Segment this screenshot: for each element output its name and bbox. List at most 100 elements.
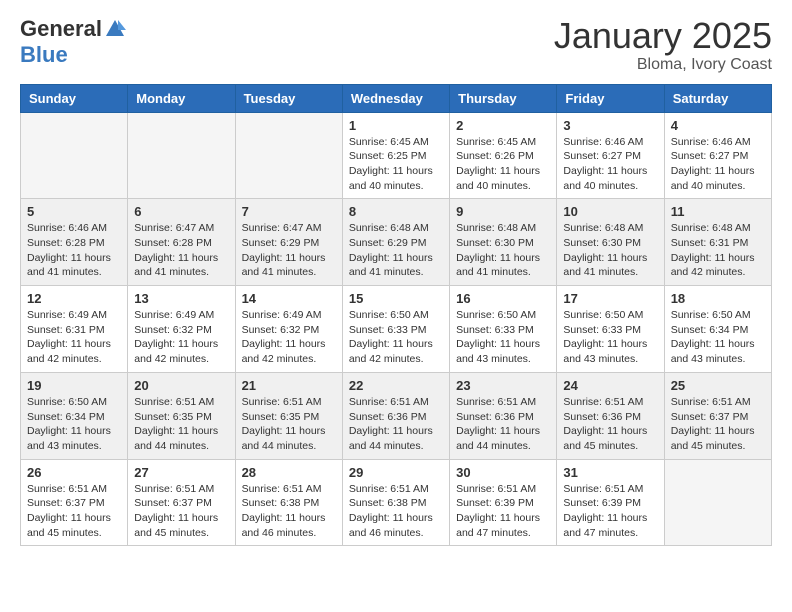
- table-row: 23 Sunrise: 6:51 AMSunset: 6:36 PMDayligh…: [450, 372, 557, 459]
- logo-general-text: General: [20, 16, 102, 42]
- logo-blue-text: Blue: [20, 42, 68, 67]
- day-number: 27: [134, 465, 228, 480]
- table-row: 22 Sunrise: 6:51 AMSunset: 6:36 PMDayligh…: [342, 372, 449, 459]
- table-row: [664, 459, 771, 546]
- day-number: 2: [456, 118, 550, 133]
- table-row: [128, 112, 235, 199]
- day-info: Sunrise: 6:48 AMSunset: 6:29 PMDaylight:…: [349, 221, 443, 280]
- table-row: 3Sunrise: 6:46 AMSunset: 6:27 PMDaylight…: [557, 112, 664, 199]
- day-number: 22: [349, 378, 443, 393]
- day-info: Sunrise: 6:50 AMSunset: 6:33 PMDaylight:…: [349, 308, 443, 367]
- day-info: Sunrise: 6:50 AMSunset: 6:33 PMDaylight:…: [563, 308, 657, 367]
- calendar-week-row: 1 Sunrise: 6:45 AMSunset: 6:25 PMDaylight…: [21, 112, 772, 199]
- table-row: 17 Sunrise: 6:50 AMSunset: 6:33 PMDayligh…: [557, 286, 664, 373]
- day-info: Sunrise: 6:51 AMSunset: 6:36 PMDaylight:…: [563, 395, 657, 454]
- day-info: Sunrise: 6:51 AMSunset: 6:37 PMDaylight:…: [134, 482, 228, 541]
- logo-icon: [104, 18, 126, 40]
- table-row: 8Sunrise: 6:48 AMSunset: 6:29 PMDaylight…: [342, 199, 449, 286]
- table-row: 13 Sunrise: 6:49 AMSunset: 6:32 PMDayligh…: [128, 286, 235, 373]
- day-info: Sunrise: 6:51 AMSunset: 6:35 PMDaylight:…: [134, 395, 228, 454]
- day-number: 12: [27, 291, 121, 306]
- day-number: 14: [242, 291, 336, 306]
- title-block: January 2025 Bloma, Ivory Coast: [554, 16, 772, 74]
- day-number: 25: [671, 378, 765, 393]
- day-number: 15: [349, 291, 443, 306]
- day-info: Sunrise: 6:50 AMSunset: 6:34 PMDaylight:…: [671, 308, 765, 367]
- table-row: 16 Sunrise: 6:50 AMSunset: 6:33 PMDayligh…: [450, 286, 557, 373]
- table-row: 4 Sunrise: 6:46 AMSunset: 6:27 PMDaylight…: [664, 112, 771, 199]
- header-thursday: Thursday: [450, 84, 557, 112]
- day-number: 1: [349, 118, 443, 133]
- day-number: 3: [563, 118, 657, 133]
- day-number: 5: [27, 204, 121, 219]
- table-row: 18Sunrise: 6:50 AMSunset: 6:34 PMDayligh…: [664, 286, 771, 373]
- day-info: Sunrise: 6:51 AMSunset: 6:36 PMDaylight:…: [456, 395, 550, 454]
- day-info: Sunrise: 6:49 AMSunset: 6:32 PMDaylight:…: [242, 308, 336, 367]
- table-row: [235, 112, 342, 199]
- table-row: 15 Sunrise: 6:50 AMSunset: 6:33 PMDayligh…: [342, 286, 449, 373]
- day-info: Sunrise: 6:51 AMSunset: 6:39 PMDaylight:…: [563, 482, 657, 541]
- day-number: 29: [349, 465, 443, 480]
- table-row: 2 Sunrise: 6:45 AMSunset: 6:26 PMDaylight…: [450, 112, 557, 199]
- calendar-week-row: 26Sunrise: 6:51 AMSunset: 6:37 PMDayligh…: [21, 459, 772, 546]
- day-number: 21: [242, 378, 336, 393]
- table-row: 28Sunrise: 6:51 AMSunset: 6:38 PMDayligh…: [235, 459, 342, 546]
- table-row: 30 Sunrise: 6:51 AMSunset: 6:39 PMDayligh…: [450, 459, 557, 546]
- table-row: 26Sunrise: 6:51 AMSunset: 6:37 PMDayligh…: [21, 459, 128, 546]
- calendar-week-row: 5 Sunrise: 6:46 AMSunset: 6:28 PMDaylight…: [21, 199, 772, 286]
- calendar-table: Sunday Monday Tuesday Wednesday Thursday…: [20, 84, 772, 547]
- header: General Blue January 2025 Bloma, Ivory C…: [20, 16, 772, 74]
- day-info: Sunrise: 6:46 AMSunset: 6:28 PMDaylight:…: [27, 221, 121, 280]
- calendar-week-row: 12Sunrise: 6:49 AMSunset: 6:31 PMDayligh…: [21, 286, 772, 373]
- day-info: Sunrise: 6:47 AMSunset: 6:28 PMDaylight:…: [134, 221, 228, 280]
- table-row: 19Sunrise: 6:50 AMSunset: 6:34 PMDayligh…: [21, 372, 128, 459]
- header-wednesday: Wednesday: [342, 84, 449, 112]
- day-number: 16: [456, 291, 550, 306]
- table-row: 5 Sunrise: 6:46 AMSunset: 6:28 PMDaylight…: [21, 199, 128, 286]
- day-number: 30: [456, 465, 550, 480]
- day-number: 11: [671, 204, 765, 219]
- header-tuesday: Tuesday: [235, 84, 342, 112]
- table-row: [21, 112, 128, 199]
- day-info: Sunrise: 6:51 AMSunset: 6:36 PMDaylight:…: [349, 395, 443, 454]
- header-monday: Monday: [128, 84, 235, 112]
- day-info: Sunrise: 6:48 AMSunset: 6:30 PMDaylight:…: [456, 221, 550, 280]
- day-info: Sunrise: 6:51 AMSunset: 6:37 PMDaylight:…: [671, 395, 765, 454]
- day-info: Sunrise: 6:45 AMSunset: 6:25 PMDaylight:…: [349, 135, 443, 194]
- page: General Blue January 2025 Bloma, Ivory C…: [0, 0, 792, 566]
- day-info: Sunrise: 6:46 AMSunset: 6:27 PMDaylight:…: [671, 135, 765, 194]
- day-info: Sunrise: 6:49 AMSunset: 6:32 PMDaylight:…: [134, 308, 228, 367]
- table-row: 12Sunrise: 6:49 AMSunset: 6:31 PMDayligh…: [21, 286, 128, 373]
- day-number: 31: [563, 465, 657, 480]
- day-number: 6: [134, 204, 228, 219]
- day-info: Sunrise: 6:50 AMSunset: 6:33 PMDaylight:…: [456, 308, 550, 367]
- table-row: 11 Sunrise: 6:48 AMSunset: 6:31 PMDayligh…: [664, 199, 771, 286]
- header-saturday: Saturday: [664, 84, 771, 112]
- day-number: 13: [134, 291, 228, 306]
- day-number: 10: [563, 204, 657, 219]
- day-info: Sunrise: 6:45 AMSunset: 6:26 PMDaylight:…: [456, 135, 550, 194]
- logo: General Blue: [20, 16, 126, 68]
- day-info: Sunrise: 6:51 AMSunset: 6:39 PMDaylight:…: [456, 482, 550, 541]
- calendar-subtitle: Bloma, Ivory Coast: [554, 56, 772, 74]
- header-friday: Friday: [557, 84, 664, 112]
- table-row: 1 Sunrise: 6:45 AMSunset: 6:25 PMDaylight…: [342, 112, 449, 199]
- day-number: 9: [456, 204, 550, 219]
- table-row: 14 Sunrise: 6:49 AMSunset: 6:32 PMDayligh…: [235, 286, 342, 373]
- day-info: Sunrise: 6:51 AMSunset: 6:37 PMDaylight:…: [27, 482, 121, 541]
- day-info: Sunrise: 6:47 AMSunset: 6:29 PMDaylight:…: [242, 221, 336, 280]
- day-info: Sunrise: 6:50 AMSunset: 6:34 PMDaylight:…: [27, 395, 121, 454]
- table-row: 21Sunrise: 6:51 AMSunset: 6:35 PMDayligh…: [235, 372, 342, 459]
- weekday-header-row: Sunday Monday Tuesday Wednesday Thursday…: [21, 84, 772, 112]
- day-number: 4: [671, 118, 765, 133]
- day-number: 23: [456, 378, 550, 393]
- calendar-title: January 2025: [554, 16, 772, 56]
- calendar-week-row: 19Sunrise: 6:50 AMSunset: 6:34 PMDayligh…: [21, 372, 772, 459]
- table-row: 10Sunrise: 6:48 AMSunset: 6:30 PMDayligh…: [557, 199, 664, 286]
- table-row: 7Sunrise: 6:47 AMSunset: 6:29 PMDaylight…: [235, 199, 342, 286]
- table-row: 24Sunrise: 6:51 AMSunset: 6:36 PMDayligh…: [557, 372, 664, 459]
- day-number: 17: [563, 291, 657, 306]
- table-row: 25 Sunrise: 6:51 AMSunset: 6:37 PMDayligh…: [664, 372, 771, 459]
- table-row: 29Sunrise: 6:51 AMSunset: 6:38 PMDayligh…: [342, 459, 449, 546]
- day-info: Sunrise: 6:48 AMSunset: 6:31 PMDaylight:…: [671, 221, 765, 280]
